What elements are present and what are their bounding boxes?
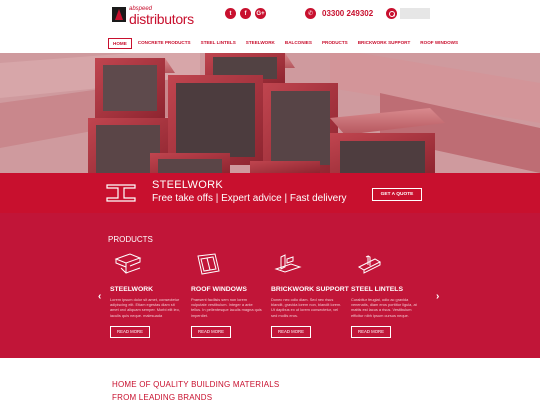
product-title: ROOF WINDOWS (191, 286, 247, 293)
logo-text: abspeed distributors (129, 6, 194, 26)
facebook-icon[interactable]: f (240, 8, 251, 19)
nav-concrete-products[interactable]: CONCRETE PRODUCTS (134, 38, 195, 49)
get-a-quote-button[interactable]: GET A QUOTE (372, 188, 422, 201)
read-more-button[interactable]: READ MORE (271, 325, 311, 338)
product-title: STEEL LINTELS (351, 286, 403, 293)
social-links: t f G+ (225, 8, 266, 19)
product-description: Praesent facilisis sem non lorem vulputa… (191, 297, 262, 318)
logo-bottom-text: distributors (129, 11, 194, 27)
logo[interactable]: abspeed distributors (112, 6, 194, 26)
phone-contact[interactable]: ✆ 03300 249302 (305, 8, 373, 19)
nav-steel-lintels[interactable]: STEEL LINTELS (197, 38, 240, 49)
product-card-roof-windows: ROOF WINDOWS Praesent facilisis sem non … (191, 251, 263, 338)
product-card-steel-lintels: STEEL LINTELS Curabitur feugiat, odio ac… (351, 251, 423, 338)
product-description: Lorem ipsum dolor sit amet, consectetur … (110, 297, 180, 318)
banner-subtitle: Free take offs | Expert advice | Fast de… (152, 193, 347, 204)
nav-roof-windows[interactable]: ROOF WINDOWS (416, 38, 462, 49)
product-description: Curabitur feugiat, odio ac gravida venen… (351, 297, 417, 318)
intro-line-2: FROM LEADING BRANDS (112, 393, 213, 402)
product-card-brickwork-support: BRICKWORK SUPPORT Donec nec odio diam. S… (271, 251, 349, 338)
products-section: PRODUCTS ‹ › STEELWORK Lorem ipsum dolor… (0, 213, 540, 358)
brickwork-support-icon (274, 254, 302, 273)
search-icon[interactable] (386, 8, 397, 19)
banner-title: STEELWORK (152, 179, 223, 191)
nav-brickwork-support[interactable]: BRICKWORK SUPPORT (354, 38, 415, 49)
main-nav: HOME CONCRETE PRODUCTS STEEL LINTELS STE… (108, 38, 462, 49)
logo-mark-icon (112, 7, 126, 22)
product-description: Donec nec odio diam. Sed nec risus bland… (271, 297, 342, 318)
products-heading: PRODUCTS (108, 235, 153, 244)
site-header: abspeed distributors t f G+ ✆ 03300 2493… (0, 0, 540, 55)
intro-section: HOME OF QUALITY BUILDING MATERIALS FROM … (0, 358, 540, 405)
intro-line-1: HOME OF QUALITY BUILDING MATERIALS (112, 380, 280, 389)
product-card-steelwork: STEELWORK Lorem ipsum dolor sit amet, co… (110, 251, 182, 338)
hero-image (0, 53, 540, 173)
search (386, 8, 430, 19)
read-more-button[interactable]: READ MORE (110, 325, 150, 338)
twitter-icon[interactable]: t (225, 8, 236, 19)
nav-products[interactable]: PRODUCTS (318, 38, 352, 49)
search-input[interactable] (400, 8, 430, 19)
nav-steelwork[interactable]: STEELWORK (242, 38, 279, 49)
steel-beam-icon (114, 253, 142, 274)
product-title: BRICKWORK SUPPORT (271, 286, 349, 293)
steel-beam-icon (106, 184, 136, 202)
phone-number[interactable]: 03300 249302 (322, 9, 373, 18)
google-plus-icon[interactable]: G+ (255, 8, 266, 19)
nav-balconies[interactable]: BALCONIES (281, 38, 316, 49)
read-more-button[interactable]: READ MORE (191, 325, 231, 338)
steel-lintel-icon (357, 255, 382, 274)
carousel-prev-icon[interactable]: ‹ (98, 291, 101, 302)
product-title: STEELWORK (110, 286, 154, 293)
nav-home[interactable]: HOME (108, 38, 132, 49)
steelwork-banner: STEELWORK Free take offs | Expert advice… (0, 173, 540, 213)
carousel-next-icon[interactable]: › (436, 291, 439, 302)
read-more-button[interactable]: READ MORE (351, 325, 391, 338)
phone-icon: ✆ (305, 8, 316, 19)
steel-tubes-illustration (0, 53, 540, 173)
roof-window-icon (197, 253, 220, 275)
